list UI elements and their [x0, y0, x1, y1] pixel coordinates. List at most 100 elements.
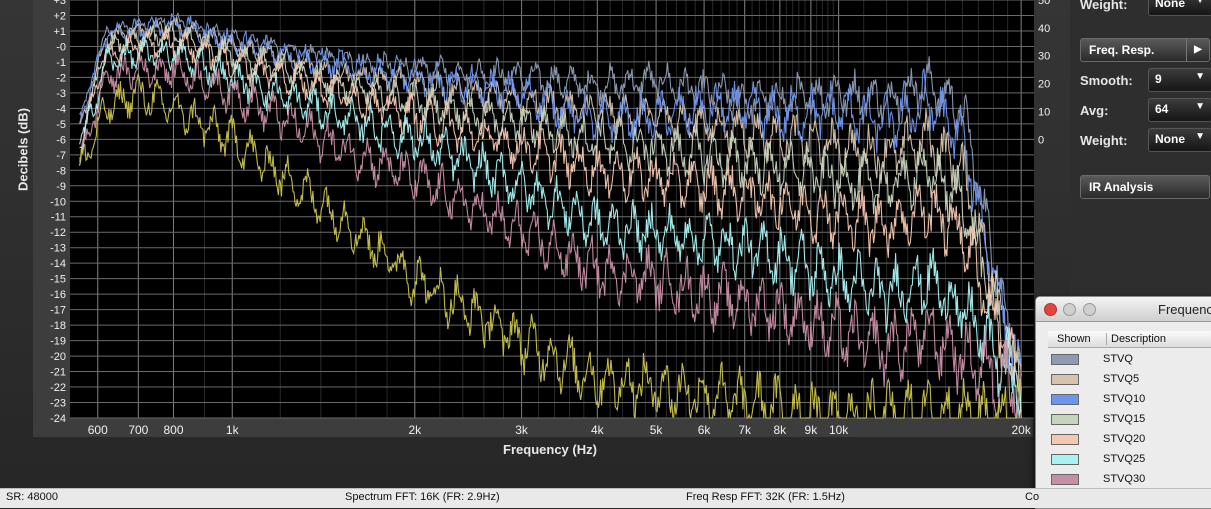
- y-tick-label: -14: [50, 258, 66, 270]
- column-description[interactable]: Description: [1106, 333, 1166, 345]
- legend-series-name: STVQ25: [1103, 453, 1146, 465]
- legend-series-name: STVQ10: [1103, 393, 1146, 405]
- x-tick-label: 1k: [226, 423, 240, 437]
- y-tick-label: -24: [50, 413, 66, 425]
- y-axis-label: Decibels (dB): [15, 107, 31, 192]
- y2-tick-label: 30: [1038, 51, 1050, 63]
- legend-swatch[interactable]: [1051, 474, 1079, 485]
- x-tick-label: 5k: [650, 423, 664, 437]
- smooth-label: Smooth:: [1080, 73, 1133, 88]
- legend-swatch[interactable]: [1051, 374, 1079, 385]
- legend-swatch[interactable]: [1051, 414, 1079, 425]
- weight-value: None: [1155, 132, 1185, 146]
- smooth-select[interactable]: 9 ▼: [1148, 68, 1211, 92]
- legend-table-header: Shown Description: [1048, 331, 1211, 348]
- ir-analysis-label: IR Analysis: [1089, 180, 1154, 194]
- frequency-response-chart: +3 +2 +1 -0 -1 -2 -3 -4 -5 -6 -7 -8 -9 -10 -11 -12 -13 -1…: [33, 0, 1050, 437]
- y2-tick-label: 10: [1038, 106, 1050, 118]
- status-fragment-text: Co: [1025, 491, 1040, 503]
- frequency-response-legend-window: Frequency Resp Shown Description STVQ STV…: [1035, 296, 1211, 509]
- y-tick-label: +1: [53, 26, 66, 38]
- y-tick-label: -3: [56, 88, 66, 100]
- x-tick-label: 3k: [515, 423, 529, 437]
- legend-series-name: STVQ: [1103, 353, 1133, 365]
- chevron-down-icon: ▼: [1195, 71, 1205, 82]
- x-tick-label: 9k: [805, 423, 819, 437]
- y2-tick-label: 20: [1038, 79, 1050, 91]
- legend-series-name: STVQ15: [1103, 413, 1146, 425]
- y-tick-label: -23: [50, 398, 66, 410]
- legend-row[interactable]: STVQ10: [1048, 390, 1211, 410]
- legend-row[interactable]: STVQ5: [1048, 370, 1211, 390]
- close-icon[interactable]: [1044, 303, 1057, 316]
- y-tick-label: -17: [50, 305, 66, 317]
- y-tick-label: -15: [50, 274, 66, 286]
- zoom-icon[interactable]: [1083, 303, 1096, 316]
- smooth-value: 9: [1155, 72, 1162, 86]
- legend-swatch[interactable]: [1051, 394, 1079, 405]
- analyzer-window: +3 +2 +1 -0 -1 -2 -3 -4 -5 -6 -7 -8 -9 -10 -11 -12 -13 -1…: [0, 0, 1211, 509]
- y-tick-label: -18: [50, 320, 66, 332]
- chevron-down-icon: ▼: [1195, 0, 1205, 6]
- y-tick-label: -20: [50, 351, 66, 363]
- y-tick-label: -0: [56, 41, 66, 53]
- legend-row[interactable]: STVQ20: [1048, 430, 1211, 450]
- legend-titlebar[interactable]: Frequency Resp: [1036, 297, 1211, 322]
- y-tick-label: -13: [50, 243, 66, 255]
- y-tick-label: -2: [56, 72, 66, 84]
- y-tick-label: -21: [50, 367, 66, 379]
- y-tick-label: -4: [56, 103, 66, 115]
- x-tick-label: 700: [128, 423, 148, 437]
- x-tick-label: 10k: [829, 423, 849, 437]
- weight-top-value: None: [1155, 0, 1185, 10]
- freq-resp-button[interactable]: Freq. Resp. ▶: [1080, 38, 1210, 62]
- ir-analysis-button[interactable]: IR Analysis: [1080, 175, 1210, 199]
- legend-swatch[interactable]: [1051, 354, 1079, 365]
- weight-select[interactable]: None ▼: [1148, 128, 1211, 152]
- legend-series-name: STVQ5: [1103, 373, 1140, 385]
- y-tick-label: -5: [56, 119, 66, 131]
- y2-tick-labels: 50 40 30 20 10 0: [1038, 0, 1050, 146]
- x-tick-label: 8k: [774, 423, 788, 437]
- avg-select[interactable]: 64 ▼: [1148, 98, 1211, 122]
- freq-resp-fft-text: Freq Resp FFT: 32K (FR: 1.5Hz): [686, 491, 845, 503]
- y-tick-label: -7: [56, 150, 66, 162]
- y-tick-label: -6: [56, 134, 66, 146]
- y-tick-label: -12: [50, 227, 66, 239]
- legend-series-name: STVQ20: [1103, 433, 1146, 445]
- legend-row[interactable]: STVQ25: [1048, 450, 1211, 470]
- x-tick-label: 6k: [698, 423, 712, 437]
- legend-swatch[interactable]: [1051, 454, 1079, 465]
- x-tick-label: 4k: [591, 423, 605, 437]
- y-tick-label: -11: [51, 212, 66, 224]
- avg-label: Avg:: [1080, 103, 1109, 118]
- sample-rate-text: SR: 48000: [6, 491, 58, 503]
- legend-series-name: STVQ30: [1103, 473, 1146, 485]
- x-tick-label: 7k: [738, 423, 752, 437]
- y2-tick-label: 50: [1038, 0, 1050, 7]
- chevron-down-icon: ▼: [1195, 101, 1205, 112]
- legend-row[interactable]: STVQ15: [1048, 410, 1211, 430]
- legend-row[interactable]: STVQ30: [1048, 470, 1211, 490]
- legend-window-title: Frequency Resp: [1158, 302, 1211, 317]
- x-tick-label: 2k: [408, 423, 422, 437]
- y2-tick-label: 40: [1038, 23, 1050, 35]
- x-tick-label: 800: [163, 423, 183, 437]
- y-tick-label: -9: [56, 181, 66, 193]
- legend-swatch[interactable]: [1051, 434, 1079, 445]
- avg-value: 64: [1155, 102, 1169, 116]
- x-tick-label: 20k: [1011, 423, 1031, 437]
- weight-top-label: Weight:: [1080, 0, 1128, 12]
- minimize-icon[interactable]: [1063, 303, 1076, 316]
- chevron-down-icon: ▼: [1195, 131, 1205, 142]
- y-tick-label: -19: [50, 336, 66, 348]
- weight-top-select[interactable]: None ▼: [1148, 0, 1211, 16]
- legend-row[interactable]: STVQ: [1048, 350, 1211, 370]
- y-tick-label: +2: [53, 10, 66, 22]
- y2-tick-label: 0: [1038, 134, 1044, 146]
- column-shown[interactable]: Shown: [1057, 333, 1091, 345]
- y-tick-label: +3: [53, 0, 66, 7]
- x-tick-label: 600: [88, 423, 108, 437]
- y-tick-label: -10: [50, 196, 66, 208]
- freq-resp-label: Freq. Resp.: [1089, 43, 1155, 57]
